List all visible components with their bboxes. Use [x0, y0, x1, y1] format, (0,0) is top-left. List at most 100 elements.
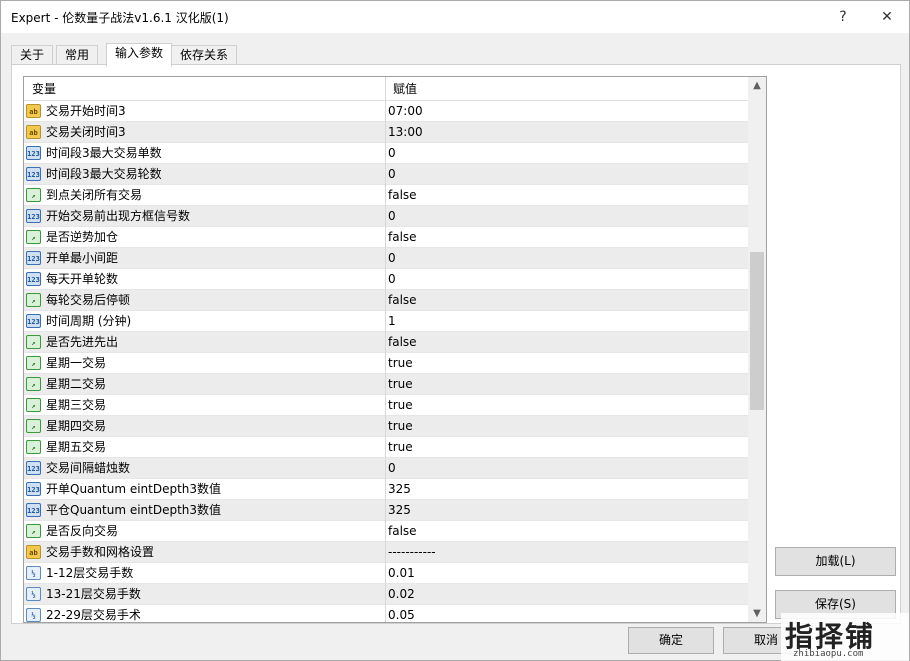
- boolean-type-icon: ↗: [26, 293, 41, 307]
- help-button[interactable]: ?: [823, 5, 863, 29]
- parameter-name: 平仓Quantum eintDepth3数值: [46, 503, 222, 517]
- table-row[interactable]: ↗ 是否反向交易 false: [24, 521, 748, 542]
- boolean-type-icon: ↗: [26, 335, 41, 349]
- column-header-value[interactable]: 赋值: [385, 77, 417, 101]
- table-row[interactable]: ↗ 星期四交易 true: [24, 416, 748, 437]
- parameter-value[interactable]: false: [388, 521, 417, 542]
- parameter-name: 是否先进先出: [46, 335, 119, 349]
- cell-divider: [385, 605, 386, 622]
- cell-divider: [385, 521, 386, 542]
- parameter-value[interactable]: 0: [388, 458, 396, 479]
- table-row[interactable]: ↗ 每轮交易后停顿 false: [24, 290, 748, 311]
- cell-divider: [385, 290, 386, 311]
- parameter-value[interactable]: false: [388, 227, 417, 248]
- cell-divider: [385, 353, 386, 374]
- table-row[interactable]: 123 开始交易前出现方框信号数 0: [24, 206, 748, 227]
- ok-button[interactable]: 确定: [628, 627, 714, 654]
- table-row[interactable]: ab 交易手数和网格设置 -----------: [24, 542, 748, 563]
- tab-about[interactable]: 关于: [11, 45, 54, 66]
- parameter-value[interactable]: true: [388, 374, 413, 395]
- table-row[interactable]: ↗ 星期二交易 true: [24, 374, 748, 395]
- close-button[interactable]: ✕: [867, 5, 907, 29]
- tab-inputs[interactable]: 输入参数: [106, 43, 173, 67]
- parameter-value[interactable]: 0.02: [388, 584, 415, 605]
- table-row[interactable]: ↗ 到点关闭所有交易 false: [24, 185, 748, 206]
- column-header-variable[interactable]: 变量: [24, 77, 56, 101]
- window-title: Expert - 伦数量子战法v1.6.1 汉化版(1): [11, 11, 229, 25]
- table-row[interactable]: ½ 1-12层交易手数 0.01: [24, 563, 748, 584]
- tab-common[interactable]: 常用: [56, 45, 99, 66]
- cell-divider: [385, 437, 386, 458]
- tab-dependencies[interactable]: 依存关系: [171, 45, 238, 66]
- load-button[interactable]: 加载(L): [775, 547, 896, 576]
- parameter-value[interactable]: 07:00: [388, 101, 423, 122]
- parameter-name: 交易手数和网格设置: [46, 545, 155, 559]
- watermark-url: zhibiaopu.com: [793, 649, 864, 659]
- scroll-down-arrow-icon[interactable]: ▼: [748, 605, 766, 622]
- table-row[interactable]: ab 交易关闭时间3 13:00: [24, 122, 748, 143]
- cell-divider: [385, 479, 386, 500]
- parameter-value[interactable]: false: [388, 185, 417, 206]
- parameter-value[interactable]: 0: [388, 143, 396, 164]
- cell-divider: [385, 458, 386, 479]
- parameter-value[interactable]: false: [388, 290, 417, 311]
- cell-divider: [385, 248, 386, 269]
- parameter-value[interactable]: 0.01: [388, 563, 415, 584]
- title-bar: Expert - 伦数量子战法v1.6.1 汉化版(1) ? ✕: [1, 1, 909, 33]
- parameter-value[interactable]: false: [388, 332, 417, 353]
- parameter-value[interactable]: 325: [388, 479, 411, 500]
- table-row[interactable]: ↗ 星期三交易 true: [24, 395, 748, 416]
- cell-divider: [385, 542, 386, 563]
- table-row[interactable]: ½ 13-21层交易手数 0.02: [24, 584, 748, 605]
- parameter-value[interactable]: -----------: [388, 542, 436, 563]
- parameter-value[interactable]: 0: [388, 269, 396, 290]
- string-type-icon: ab: [26, 104, 41, 118]
- parameter-name: 开单Quantum eintDepth3数值: [46, 482, 222, 496]
- table-row[interactable]: 123 时间段3最大交易轮数 0: [24, 164, 748, 185]
- parameter-value[interactable]: true: [388, 395, 413, 416]
- parameter-value[interactable]: 0: [388, 206, 396, 227]
- cell-divider: [385, 101, 386, 122]
- parameter-value[interactable]: 0: [388, 248, 396, 269]
- boolean-type-icon: ↗: [26, 440, 41, 454]
- watermark: 指择铺 zhibiaopu.com: [781, 613, 909, 661]
- grid-header: 变量 赋值: [24, 77, 748, 101]
- string-type-icon: ab: [26, 545, 41, 559]
- table-row[interactable]: 123 开单Quantum eintDepth3数值 325: [24, 479, 748, 500]
- parameter-value[interactable]: true: [388, 353, 413, 374]
- table-row[interactable]: 123 每天开单轮数 0: [24, 269, 748, 290]
- table-row[interactable]: ab 交易开始时间3 07:00: [24, 101, 748, 122]
- table-row[interactable]: ↗ 星期五交易 true: [24, 437, 748, 458]
- vertical-scrollbar[interactable]: ▲ ▼: [748, 77, 766, 622]
- scroll-thumb[interactable]: [750, 252, 764, 410]
- parameter-value[interactable]: 0.05: [388, 605, 415, 622]
- parameter-value[interactable]: true: [388, 437, 413, 458]
- parameters-grid: 变量 赋值 ab 交易开始时间3 07:00 ab 交易关闭时间3 13:00 123 时间段…: [23, 76, 767, 623]
- cell-divider: [385, 416, 386, 437]
- cell-divider: [385, 185, 386, 206]
- parameter-name: 交易间隔蜡烛数: [46, 461, 131, 475]
- parameter-rows: ab 交易开始时间3 07:00 ab 交易关闭时间3 13:00 123 时间段3最大交易单…: [24, 101, 748, 622]
- parameter-name: 星期三交易: [46, 398, 107, 412]
- boolean-type-icon: ↗: [26, 356, 41, 370]
- cell-divider: [385, 206, 386, 227]
- parameter-value[interactable]: 0: [388, 164, 396, 185]
- boolean-type-icon: ↗: [26, 524, 41, 538]
- table-row[interactable]: ↗ 星期一交易 true: [24, 353, 748, 374]
- table-row[interactable]: 123 时间周期 (分钟) 1: [24, 311, 748, 332]
- table-row[interactable]: ↗ 是否先进先出 false: [24, 332, 748, 353]
- table-row[interactable]: 123 交易间隔蜡烛数 0: [24, 458, 748, 479]
- table-row[interactable]: ½ 22-29层交易手术 0.05: [24, 605, 748, 622]
- parameter-value[interactable]: 13:00: [388, 122, 423, 143]
- inputs-panel: 变量 赋值 ab 交易开始时间3 07:00 ab 交易关闭时间3 13:00 123 时间段…: [11, 64, 901, 624]
- table-row[interactable]: 123 平仓Quantum eintDepth3数值 325: [24, 500, 748, 521]
- parameter-value[interactable]: 325: [388, 500, 411, 521]
- parameter-value[interactable]: 1: [388, 311, 396, 332]
- table-row[interactable]: 123 时间段3最大交易单数 0: [24, 143, 748, 164]
- double-type-icon: ½: [26, 608, 41, 622]
- cell-divider: [385, 500, 386, 521]
- parameter-value[interactable]: true: [388, 416, 413, 437]
- scroll-up-arrow-icon[interactable]: ▲: [748, 77, 766, 94]
- table-row[interactable]: ↗ 是否逆势加仓 false: [24, 227, 748, 248]
- table-row[interactable]: 123 开单最小间距 0: [24, 248, 748, 269]
